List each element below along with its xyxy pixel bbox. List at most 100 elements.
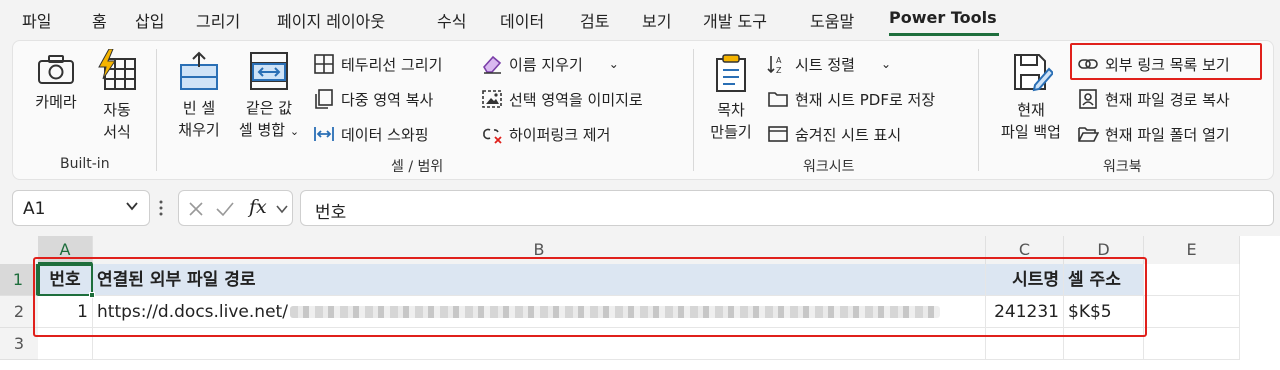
menu-review[interactable]: 검토	[580, 8, 609, 32]
menu-formulas[interactable]: 수식	[437, 8, 466, 32]
contact-card-icon	[1079, 89, 1097, 109]
highlight-outline-view-links	[1070, 43, 1262, 80]
sort-sheets-label: 시트 정렬	[795, 55, 855, 74]
copy-multi-label: 다중 영역 복사	[341, 90, 434, 109]
draw-borders-button[interactable]: 테두리선 그리기	[313, 51, 442, 77]
lightning-grid-icon	[98, 49, 136, 90]
autoformat-button[interactable]: 자동 서식	[91, 49, 143, 143]
menu-file[interactable]: 파일	[22, 8, 51, 32]
folder-icon	[768, 92, 788, 107]
copy-icon	[315, 89, 333, 109]
swap-data-label: 데이터 스와핑	[341, 125, 429, 144]
fill-blank-cells-button[interactable]: 빈 셀 채우기	[171, 51, 227, 141]
name-box-value: A1	[23, 199, 46, 219]
chevron-down-icon: ⌄	[289, 125, 300, 138]
fill-down-icon	[180, 51, 218, 90]
merge-same-label-2: 셀 병합 ⌄	[238, 121, 300, 139]
image-icon	[482, 90, 502, 108]
backup-file-button[interactable]: 현재 파일 백업	[988, 51, 1074, 143]
unlink-icon	[483, 128, 502, 144]
menu-power-tools[interactable]: Power Tools	[889, 8, 997, 27]
more-options-icon[interactable]	[158, 199, 164, 217]
sort-sheets-button[interactable]: AZ 시트 정렬 ⌄	[767, 51, 891, 77]
group-separator	[978, 49, 979, 171]
chevron-down-icon[interactable]: ⌄	[881, 57, 891, 71]
fill-blank-label-2: 채우기	[178, 121, 220, 139]
chevron-down-icon[interactable]	[125, 199, 139, 213]
name-box[interactable]: A1	[12, 190, 150, 226]
create-toc-button[interactable]: 목차 만들기	[703, 53, 759, 143]
selection-to-image-button[interactable]: 선택 영역을 이미지로	[481, 86, 643, 112]
camera-label: 카메라	[35, 93, 77, 111]
remove-hyperlinks-label: 하이퍼링크 제거	[509, 125, 611, 144]
menu-bar: 파일 홈 삽입 그리기 페이지 레이아웃 수식 데이터 검토 보기 개발 도구 …	[0, 0, 1280, 40]
open-folder-label: 현재 파일 폴더 열기	[1105, 125, 1230, 144]
swap-data-button[interactable]: 데이터 스와핑	[313, 121, 429, 147]
remove-hyperlinks-button[interactable]: 하이퍼링크 제거	[481, 121, 610, 147]
group-label-worksheet: 워크시트	[803, 159, 855, 175]
menu-insert[interactable]: 삽입	[135, 8, 164, 32]
group-label-workbook: 워크북	[1103, 159, 1142, 175]
fill-blank-label-1: 빈 셀	[182, 99, 216, 117]
selection-to-image-label: 선택 영역을 이미지로	[509, 90, 643, 109]
formula-tools: fx	[178, 190, 293, 226]
camera-button[interactable]: 카메라	[27, 53, 85, 113]
eraser-icon	[483, 55, 502, 74]
save-sheet-pdf-button[interactable]: 현재 시트 PDF로 저장	[767, 86, 935, 112]
swap-icon	[314, 127, 334, 141]
merge-same-label-1: 같은 값	[245, 99, 293, 117]
chevron-down-icon[interactable]: ⌄	[609, 57, 619, 71]
show-hidden-sheets-button[interactable]: 숨겨진 시트 표시	[767, 121, 901, 147]
clear-names-button[interactable]: 이름 지우기 ⌄	[481, 51, 619, 77]
copy-path-label: 현재 파일 경로 복사	[1105, 90, 1230, 109]
save-pencil-icon	[1014, 54, 1053, 92]
backup-label-1: 현재	[1017, 101, 1045, 119]
menu-home[interactable]: 홈	[92, 8, 107, 32]
clear-names-label: 이름 지우기	[509, 55, 583, 74]
menu-help[interactable]: 도움말	[810, 8, 854, 32]
toc-document-icon	[716, 54, 746, 92]
menu-draw[interactable]: 그리기	[196, 8, 240, 32]
copy-file-path-button[interactable]: 현재 파일 경로 복사	[1077, 86, 1230, 112]
menu-page-layout[interactable]: 페이지 레이아웃	[277, 8, 385, 32]
camera-icon	[38, 55, 74, 84]
show-hidden-label: 숨겨진 시트 표시	[795, 125, 902, 144]
menu-view[interactable]: 보기	[642, 8, 671, 32]
copy-multi-range-button[interactable]: 다중 영역 복사	[313, 86, 433, 112]
autoformat-label-2: 서식	[103, 123, 131, 141]
autoformat-label-1: 자동	[103, 101, 131, 119]
chevron-down-icon[interactable]	[275, 202, 289, 216]
enter-check-icon[interactable]	[215, 200, 235, 218]
empty-cell[interactable]	[1144, 328, 1240, 360]
open-file-folder-button[interactable]: 현재 파일 폴더 열기	[1077, 121, 1230, 147]
open-folder-icon	[1078, 127, 1099, 142]
active-tab-indicator	[889, 33, 999, 36]
group-separator	[693, 49, 694, 171]
group-separator	[156, 49, 157, 171]
group-label-builtin: Built-in	[60, 156, 110, 172]
backup-label-2: 파일 백업	[1001, 123, 1061, 141]
toc-label-1: 목차	[717, 101, 745, 119]
empty-cell[interactable]	[1144, 264, 1240, 296]
cancel-icon[interactable]	[187, 200, 205, 218]
sort-icon: AZ	[767, 56, 782, 75]
svg-text:Z: Z	[776, 66, 782, 75]
formula-value: 번호	[315, 203, 347, 223]
toc-label-2: 만들기	[710, 123, 752, 141]
sheet-icon	[768, 126, 788, 142]
svg-text:A: A	[776, 56, 782, 65]
highlight-outline-table	[33, 257, 1147, 337]
borders-icon	[314, 54, 334, 74]
menu-developer[interactable]: 개발 도구	[703, 8, 767, 32]
ribbon: 카메라 자동 서식 Built-in 빈 셀 채우기 같은 값 셀 병합 ⌄ 테…	[12, 40, 1274, 180]
draw-borders-label: 테두리선 그리기	[341, 55, 443, 74]
merge-cells-icon	[250, 52, 288, 90]
group-label-cell-range: 셀 / 범위	[391, 159, 444, 175]
column-header-e[interactable]: E	[1144, 236, 1240, 264]
insert-function-button[interactable]: fx	[249, 196, 267, 218]
empty-cell[interactable]	[1144, 296, 1240, 328]
menu-data[interactable]: 데이터	[500, 8, 544, 32]
merge-same-values-button[interactable]: 같은 값 셀 병합 ⌄	[233, 51, 305, 143]
formula-input[interactable]: 번호	[300, 190, 1274, 226]
save-pdf-label: 현재 시트 PDF로 저장	[795, 90, 936, 109]
